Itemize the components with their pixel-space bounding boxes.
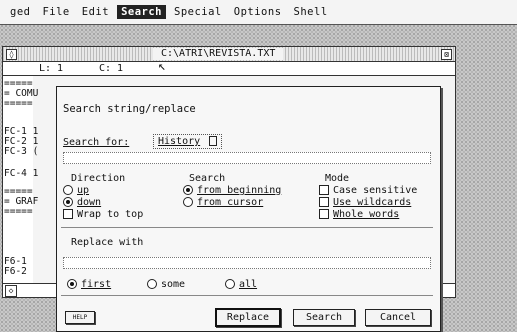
from-cursor-radio[interactable]: from cursor [183, 197, 263, 208]
direction-down-radio[interactable]: down [63, 197, 101, 208]
dialog-title: Search string/replace [63, 103, 196, 115]
window-title: C:\ATRI\REVISTA.TXT [153, 48, 284, 60]
fullscreen-icon[interactable]: ⊠ [441, 49, 452, 60]
text-line: FC-3 ( [4, 146, 39, 157]
text-area[interactable]: ===== = COMU ===== FC-1 1 FC-2 1 FC-3 ( … [3, 76, 38, 283]
direction-heading: Direction [71, 173, 126, 184]
use-wildcards-checkbox[interactable]: Use wildcards [319, 197, 411, 208]
radio-selected-icon [67, 279, 77, 289]
first-radio[interactable]: first [67, 279, 111, 290]
column-indicator: C: 1 [99, 63, 124, 74]
menu-shell[interactable]: Shell [290, 5, 332, 19]
history-button[interactable]: History [153, 134, 223, 149]
direction-up-radio[interactable]: up [63, 185, 89, 196]
wrap-to-top-checkbox[interactable]: Wrap to top [63, 209, 143, 220]
menu-edit[interactable]: Edit [78, 5, 113, 19]
case-sensitive-checkbox[interactable]: Case sensitive [319, 185, 417, 196]
search-heading: Search [189, 173, 226, 184]
some-radio[interactable]: some [147, 279, 185, 290]
radio-selected-icon [63, 197, 73, 207]
close-icon[interactable]: ◊ [6, 49, 17, 60]
window-title-bar[interactable]: ◊ C:\ATRI\REVISTA.TXT ⊠ [3, 47, 455, 62]
all-radio[interactable]: all [225, 279, 257, 290]
replace-button[interactable]: Replace [215, 308, 281, 327]
mode-heading: Mode [325, 173, 350, 184]
divider [61, 295, 433, 296]
mouse-pointer-icon: ↖ [158, 59, 166, 74]
dropdown-icon [209, 136, 218, 146]
checkbox-icon [319, 209, 329, 219]
menu-ged[interactable]: ged [6, 5, 34, 19]
radio-icon [147, 279, 157, 289]
menu-file[interactable]: File [38, 5, 73, 19]
help-button[interactable]: HELP [65, 311, 95, 324]
radio-icon [225, 279, 235, 289]
search-input[interactable] [63, 152, 431, 164]
replace-with-label: Replace with [71, 237, 144, 248]
checkbox-icon [319, 185, 329, 195]
menu-bar: ged File Edit Search Special Options She… [0, 0, 517, 25]
menu-options[interactable]: Options [230, 5, 286, 19]
search-for-label: Search for: [63, 137, 130, 148]
search-replace-dialog: Search string/replace Search for: Histor… [56, 86, 441, 332]
radio-icon [183, 197, 193, 207]
replace-input[interactable] [63, 257, 431, 269]
text-line: ===== [4, 98, 33, 109]
scroll-left-icon[interactable]: ◇ [5, 285, 17, 297]
checkbox-icon [319, 197, 329, 207]
menu-search[interactable]: Search [117, 5, 166, 19]
checkbox-icon [63, 209, 73, 219]
search-button[interactable]: Search [293, 309, 355, 326]
from-beginning-radio[interactable]: from beginning [183, 185, 281, 196]
text-line: F6-2 [4, 266, 27, 277]
radio-selected-icon [183, 185, 193, 195]
text-line: ===== [4, 206, 33, 217]
radio-icon [63, 185, 73, 195]
text-line: FC-4 1 [4, 168, 39, 179]
divider [61, 227, 433, 228]
cancel-button[interactable]: Cancel [365, 309, 431, 326]
line-indicator: L: 1 [39, 63, 64, 74]
whole-words-checkbox[interactable]: Whole words [319, 209, 399, 220]
menu-special[interactable]: Special [170, 5, 226, 19]
cursor-status-row: L: 1 C: 1 ↖ [3, 59, 455, 76]
